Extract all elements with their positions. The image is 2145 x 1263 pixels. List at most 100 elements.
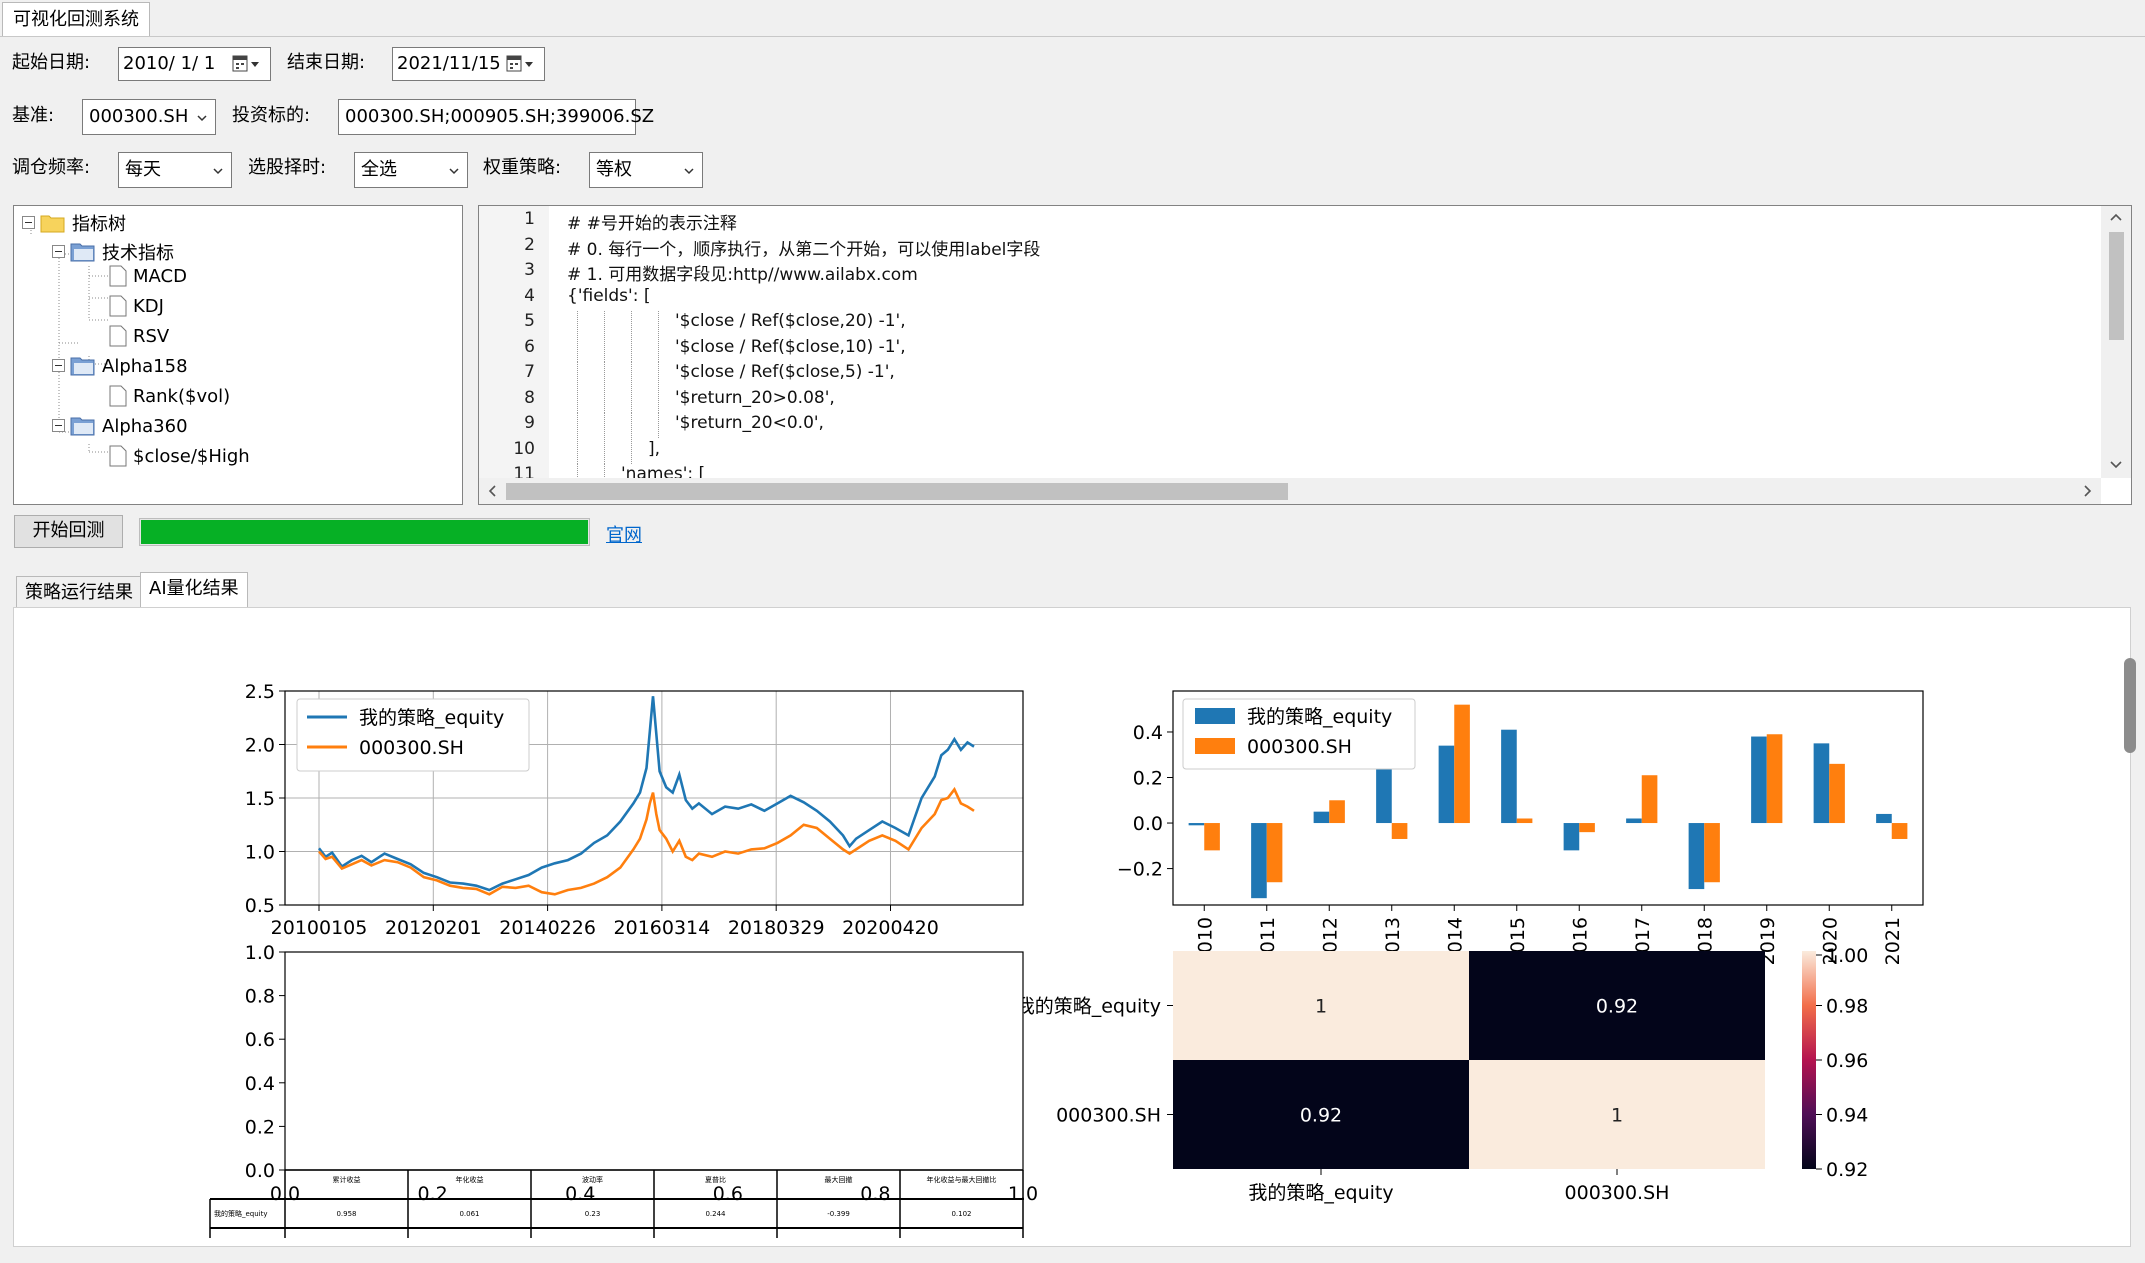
heatmap-col-label: 我的策略_equity [1248, 1182, 1393, 1204]
tree-leaf-macd[interactable]: MACD [109, 265, 187, 287]
table-header: 年化收益 [456, 1175, 484, 1184]
heatmap-col-label: 000300.SH [1565, 1182, 1670, 1204]
start-date-picker[interactable]: 2010/ 1/ 1 [118, 47, 271, 81]
run-backtest-button[interactable]: 开始回测 [14, 515, 123, 548]
code-line: '$close / Ref($close,20) -1', [675, 311, 906, 331]
y-tick-label: 0.4 [245, 1073, 275, 1095]
indent-guide [577, 311, 578, 336]
tree-leaf-kdj[interactable]: KDJ [109, 295, 164, 317]
colorbar-label: 1.00 [1826, 945, 1868, 967]
document-icon [109, 445, 127, 467]
tree-group-label: Alpha158 [102, 355, 188, 377]
indent-guide [577, 336, 578, 362]
bar [1204, 823, 1220, 851]
scroll-up-icon[interactable] [2110, 212, 2122, 222]
x-tick-label: 0.6 [713, 1183, 743, 1205]
document-icon [109, 325, 127, 347]
folder-open-icon [70, 357, 95, 376]
calendar-dropdown-icon[interactable] [506, 54, 536, 74]
table-axes-frame [284, 951, 1024, 1171]
y-tick-label: 0.0 [1133, 813, 1163, 835]
collapse-icon[interactable] [52, 419, 66, 433]
target-label: 投资标的: [232, 105, 311, 126]
tree-leaf-rsv[interactable]: RSV [109, 325, 169, 347]
tree-root[interactable]: 指标树 [22, 210, 126, 236]
line-number: 4 [524, 285, 535, 306]
benchmark-select[interactable]: 000300.SH [82, 99, 216, 135]
vertical-scroll-thumb[interactable] [2109, 232, 2124, 340]
rebalance-value: 每天 [125, 159, 161, 180]
document-icon [109, 265, 127, 287]
indent-guide [604, 311, 605, 336]
heatmap-value: 1 [1315, 996, 1327, 1018]
weight-value: 等权 [596, 159, 632, 180]
tree-group-tech[interactable]: 技术指标 [52, 239, 174, 265]
timing-value: 全选 [361, 159, 397, 180]
y-tick-label: 2.0 [245, 735, 275, 757]
bar [1438, 745, 1455, 824]
vertical-scrollbar[interactable] [2101, 206, 2131, 478]
weight-select[interactable]: 等权 [589, 152, 703, 188]
indent-guide [631, 336, 632, 362]
rebalance-select[interactable]: 每天 [118, 152, 232, 188]
legend-label: 000300.SH [1247, 736, 1352, 758]
chevron-down-icon [197, 115, 207, 122]
chevron-down-icon [449, 168, 459, 175]
official-site-link[interactable]: 官网 [606, 521, 642, 547]
bar [1329, 800, 1345, 824]
bar [1266, 823, 1283, 883]
table-cell: 0.061 [459, 1210, 479, 1218]
y-tick-label: 0.8 [245, 986, 275, 1008]
collapse-icon[interactable] [22, 216, 36, 230]
x-tick-label: 2021 [1882, 917, 1904, 965]
tree-group-alpha158[interactable]: Alpha158 [52, 355, 188, 377]
table-row-label: 我的策略_equity [214, 1209, 268, 1218]
legend-label: 我的策略_equity [1247, 706, 1392, 728]
bar [1391, 823, 1408, 839]
bar [1813, 743, 1830, 824]
target-input[interactable]: 000300.SH;000905.SH;399006.SZ [338, 99, 654, 135]
y-tick-label: 0.5 [245, 895, 275, 917]
scroll-left-icon[interactable] [487, 485, 497, 497]
tree-leaf-close-high[interactable]: $close/$High [109, 445, 250, 467]
legend-swatch [1195, 708, 1235, 724]
scroll-right-icon[interactable] [2083, 485, 2093, 497]
tab-divider [0, 36, 2145, 37]
indent-guide [604, 438, 605, 464]
bar [1829, 763, 1845, 824]
horizontal-scroll-thumb[interactable] [506, 483, 1288, 500]
indicator-tree[interactable]: 指标树 技术指标 MACD KDJ RSV Alpha158 Rank($vol… [13, 205, 463, 505]
tab-ai-results[interactable]: AI量化结果 [140, 572, 248, 608]
colorbar-label: 0.94 [1826, 1105, 1868, 1127]
window-tab[interactable]: 可视化回测系统 [2, 2, 150, 37]
code-line: '$return_20>0.08', [675, 387, 835, 408]
horizontal-scrollbar[interactable] [479, 478, 2101, 504]
table-header: 累计收益 [333, 1175, 361, 1184]
indent-guide [658, 413, 659, 438]
code-editor[interactable]: 1 # #号开始的表示注释 2 # 0. 每行一个，顺序执行，从第二个开始，可以使用l… [478, 205, 2132, 505]
bar [1876, 813, 1892, 824]
tree-group-alpha360[interactable]: Alpha360 [52, 415, 188, 437]
end-date-picker[interactable]: 2021/11/15 [392, 47, 545, 81]
y-tick-label: 0.0 [245, 1160, 275, 1182]
document-icon [109, 295, 127, 317]
line-number: 1 [524, 209, 535, 229]
calendar-dropdown-icon[interactable] [232, 54, 262, 74]
x-tick-label: 0.4 [565, 1183, 595, 1205]
tab-strategy-results[interactable]: 策略运行结果 [16, 576, 142, 608]
chevron-down-icon [684, 168, 694, 175]
heatmap-value: 0.92 [1596, 996, 1638, 1018]
line-number: 8 [524, 387, 535, 408]
collapse-icon[interactable] [52, 245, 66, 259]
heatmap-value: 1 [1611, 1105, 1623, 1127]
indent-guide [604, 336, 605, 362]
benchmark-value: 000300.SH [89, 106, 189, 127]
collapse-icon[interactable] [52, 359, 66, 373]
timing-select[interactable]: 全选 [354, 152, 468, 188]
scroll-down-icon[interactable] [2110, 460, 2122, 470]
tree-leaf-rank-vol[interactable]: Rank($vol) [109, 385, 230, 407]
indent-guide [658, 387, 659, 413]
line-number: 7 [524, 362, 535, 382]
tree-leaf-label: MACD [133, 265, 187, 287]
code-line: '$close / Ref($close,10) -1', [675, 336, 906, 357]
